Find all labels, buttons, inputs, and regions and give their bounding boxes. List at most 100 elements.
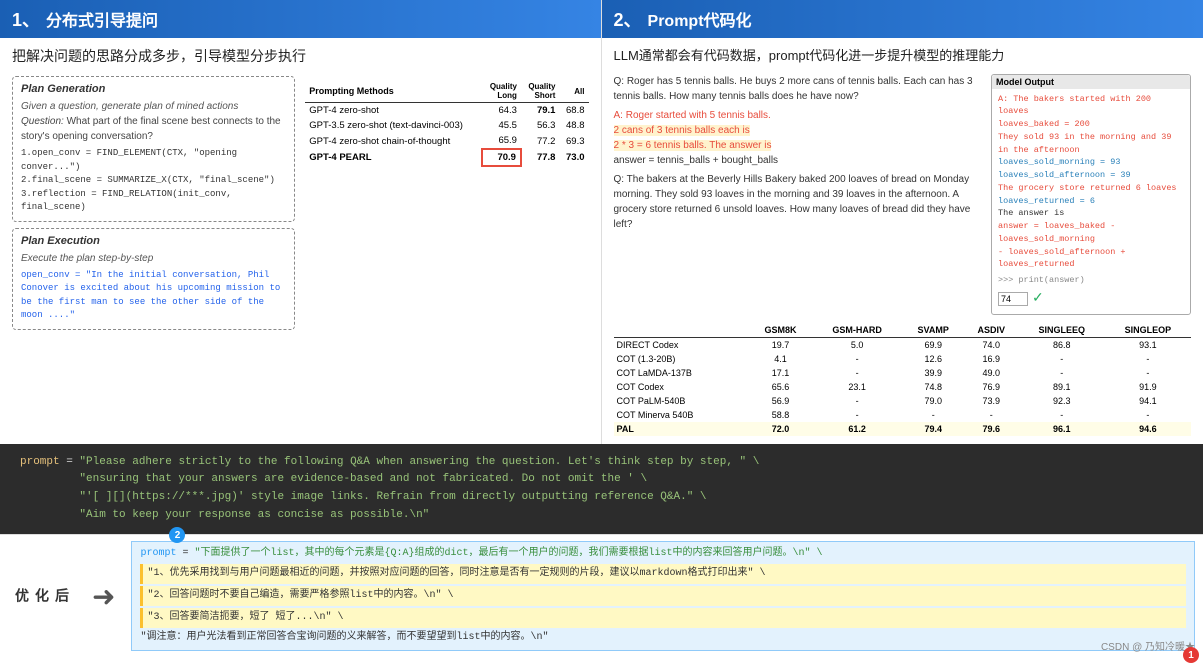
left-section-title: 分布式引导提问: [46, 7, 158, 31]
opt-item-2-text: "2、回答问题时不要自己编造，需要严格参照list中的内容。\n" \: [147, 590, 453, 601]
val-cell: -: [812, 352, 903, 366]
plan-exec-description: Execute the plan step-by-step: [21, 251, 286, 266]
table-row-highlight: GPT-4 PEARL 70.9 77.8 73.0: [305, 149, 588, 166]
model-line-8: The answer is: [998, 207, 1184, 220]
val-cell: -: [812, 366, 903, 380]
table-row: COT Codex 65.6 23.1 74.8 76.9 89.1 91.9: [614, 380, 1192, 394]
val-cell: -: [1019, 408, 1105, 422]
method-all: 69.3: [559, 133, 588, 149]
model-output-text: A: The bakers started with 200 loaves lo…: [998, 93, 1184, 310]
question-label-text: Question:: [21, 116, 64, 127]
val-cell: -: [903, 408, 964, 422]
str-content-1: "Please adhere strictly to the following…: [79, 456, 759, 468]
table-header-quality-short: Quality Short: [521, 80, 560, 103]
badge-1: 1: [1183, 647, 1199, 663]
qa-answer-1: A: Roger started with 5 tennis balls. 2 …: [614, 108, 984, 168]
table-row: COT (1.3-20B) 4.1 - 12.6 16.9 - -: [614, 352, 1192, 366]
model-output-box: Model Output A: The bakers started with …: [991, 74, 1191, 315]
right-data-table: GSM8K GSM-HARD SVAMP ASDIV SINGLEEQ SING…: [614, 323, 1192, 436]
val-cell: 91.9: [1105, 380, 1191, 394]
qa-text-1: Q: Roger has 5 tennis balls. He buys 2 m…: [614, 74, 984, 104]
right-section-title: Prompt代码化: [648, 7, 752, 31]
right-text-col: Q: Roger has 5 tennis balls. He buys 2 m…: [614, 74, 984, 315]
table-header-methods: Prompting Methods: [305, 80, 482, 103]
model-line-3: They sold 93 in the morning and 39 in th…: [998, 131, 1184, 157]
plan-execution-content: Execute the plan step-by-step open_conv …: [21, 251, 286, 323]
val-cell: 92.3: [1019, 394, 1105, 408]
plan-steps: 1.open_conv = FIND_ELEMENT(CTX, "opening…: [21, 147, 286, 215]
model-line-9: answer = loaves_baked - loaves_sold_morn…: [998, 220, 1184, 246]
method-cell: DIRECT Codex: [614, 337, 750, 352]
plan-gen-question-label: Question: What part of the final scene b…: [21, 114, 286, 144]
str-content-2: "ensuring that your answers are evidence…: [20, 473, 647, 485]
model-answer: >>> print(answer): [998, 274, 1184, 287]
method-name: GPT-4 PEARL: [305, 149, 482, 166]
val-cell: 12.6: [903, 352, 964, 366]
method-short: 56.3: [521, 118, 560, 133]
qa-answer-highlight3: 2 * 3 = 6 tennis balls. The answer is: [614, 140, 772, 151]
val-cell: -: [1105, 408, 1191, 422]
method-name: GPT-4 zero-shot chain-of-thought: [305, 133, 482, 149]
left-subtitle: 把解决问题的思路分成多步，引导模型分步执行: [12, 46, 589, 66]
plan-execution-box: Plan Execution Execute the plan step-by-…: [12, 228, 295, 330]
method-long: 64.3: [482, 103, 521, 119]
method-cell: COT (1.3-20B): [614, 352, 750, 366]
col-header-asdiv: ASDIV: [964, 323, 1019, 338]
opt-item-1-text: "1、优先采用找到与用户问题最相近的问题，并按照对应问题的回答，同时注意是否有一…: [147, 568, 765, 579]
table-header-quality-long: Quality Long: [482, 80, 521, 103]
val-cell: 5.0: [812, 337, 903, 352]
table-row: COT PaLM-540B 56.9 - 79.0 73.9 92.3 94.1: [614, 394, 1192, 408]
var-prompt: prompt: [20, 456, 60, 468]
val-cell: 4.1: [749, 352, 811, 366]
val-cell: 49.0: [964, 366, 1019, 380]
left-content: 把解决问题的思路分成多步，引导模型分步执行 Plan Generation Gi…: [0, 38, 601, 338]
model-answer-input[interactable]: [998, 292, 1028, 306]
left-section-header: 1、 分布式引导提问: [0, 0, 601, 38]
model-line-5: loaves_sold_afternoon = 39: [998, 169, 1184, 182]
model-line-6: The grocery store returned 6 loaves: [998, 182, 1184, 195]
table-row: COT Minerva 540B 58.8 - - - - -: [614, 408, 1192, 422]
code-line-2: "ensuring that your answers are evidence…: [20, 471, 1183, 489]
method-long: 65.9: [482, 133, 521, 149]
opt-prompt-value-1: "下面提供了一个list，其中的每个元素是{Q:A}组成的dict，最后有一个用…: [195, 548, 823, 559]
val-cell: 96.1: [1019, 422, 1105, 436]
plan-gen-description: Given a question, generate plan of mined…: [21, 99, 286, 114]
plan-generation-title: Plan Generation: [21, 83, 286, 95]
val-cell: -: [812, 408, 903, 422]
val-cell: -: [1105, 366, 1191, 380]
prompting-methods-label: Prompting Methods: [309, 86, 478, 96]
plan-boxes-left: Plan Generation Given a question, genera…: [12, 76, 295, 330]
val-cell: 93.1: [1105, 337, 1191, 352]
opt-item-3-text: "3、回答要简洁扼要，短了 短了...\n" \: [147, 612, 343, 623]
main-container: 1、 分布式引导提问 把解决问题的思路分成多步，引导模型分步执行 Plan Ge…: [0, 0, 1203, 657]
method-short: 79.1: [521, 103, 560, 119]
col-header-singleeq: SINGLEEQ: [1019, 323, 1105, 338]
right-section-number: 2、: [614, 6, 642, 32]
step-2: 2.final_scene = SUMMARIZE_X(CTX, "final_…: [21, 174, 286, 188]
val-cell: 58.8: [749, 408, 811, 422]
code-line-1: prompt = "Please adhere strictly to the …: [20, 454, 1183, 472]
step-1: 1.open_conv = FIND_ELEMENT(CTX, "opening…: [21, 147, 286, 174]
table-row: GPT-3.5 zero-shot (text-davinci-003) 45.…: [305, 118, 588, 133]
val-cell: 74.8: [903, 380, 964, 394]
qa-text-2: Q: The bakers at the Beverly Hills Baker…: [614, 172, 984, 232]
prompting-methods-table: Prompting Methods Quality Long Quality S…: [305, 80, 588, 167]
str-content-3: "'[ ][](https://***.jpg)' style image li…: [20, 491, 707, 503]
col-header-gsm8k: GSM8K: [749, 323, 811, 338]
opt-note-text: "调注意：用户光法看到正常回答合宝询问题的义来解答，而不要望望到list中的内容…: [140, 632, 548, 643]
val-cell: 69.9: [903, 337, 964, 352]
val-cell: 56.9: [749, 394, 811, 408]
table-row-pal: PAL 72.0 61.2 79.4 79.6 96.1 94.6: [614, 422, 1192, 436]
val-cell: 79.6: [964, 422, 1019, 436]
val-cell: -: [1105, 352, 1191, 366]
model-line-4: loaves_sold_morning = 93: [998, 156, 1184, 169]
method-all: 73.0: [559, 149, 588, 166]
method-cell: COT Codex: [614, 380, 750, 394]
val-cell: -: [1019, 352, 1105, 366]
val-cell: 76.9: [964, 380, 1019, 394]
val-cell: 94.6: [1105, 422, 1191, 436]
val-cell: 74.0: [964, 337, 1019, 352]
opt-item-3: "3、回答要简洁扼要，短了 短了...\n" \: [140, 608, 1186, 628]
method-all: 68.8: [559, 103, 588, 119]
model-line-1: A: The bakers started with 200 loaves: [998, 93, 1184, 119]
